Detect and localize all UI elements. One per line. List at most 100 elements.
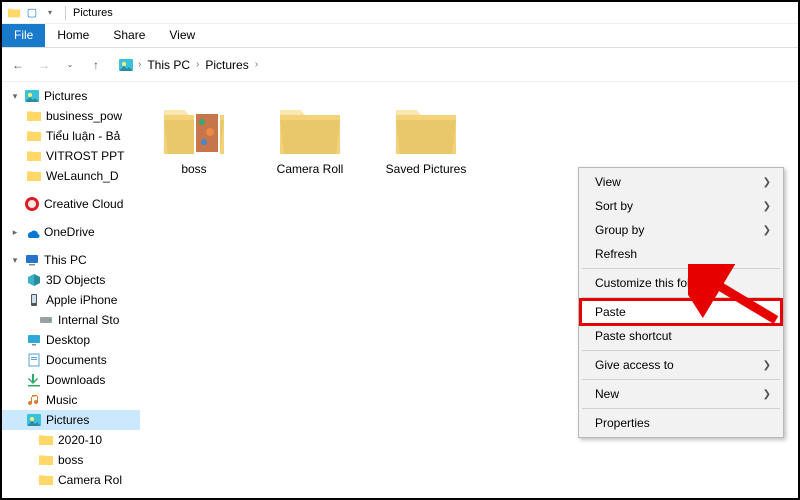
folder-item[interactable]: Saved Pictures xyxy=(382,102,470,176)
forward-button[interactable]: → xyxy=(34,55,54,75)
3d-icon xyxy=(26,272,42,288)
tree-item[interactable]: 2020-10 xyxy=(2,430,140,450)
tree-item[interactable]: Music xyxy=(2,390,140,410)
tree-label: Internal Sto xyxy=(58,313,119,327)
up-button[interactable]: ↑ xyxy=(86,55,106,75)
menu-separator xyxy=(582,297,780,298)
folder-icon xyxy=(26,148,42,164)
navigation-tree[interactable]: ▾Picturesbusiness_powTiểu luận - BảVITRO… xyxy=(2,82,140,498)
menu-label: Give access to xyxy=(595,358,674,372)
folder-icon xyxy=(38,432,54,448)
crumb-pictures[interactable]: Pictures xyxy=(203,56,250,74)
context-menu-item[interactable]: Paste xyxy=(581,300,781,324)
tree-label: Downloads xyxy=(46,373,105,387)
tree-label: 2020-10 xyxy=(58,433,102,447)
thispc-icon xyxy=(24,252,40,268)
chevron-right-icon[interactable]: › xyxy=(194,59,201,70)
menu-label: View xyxy=(595,175,621,189)
menu-separator xyxy=(582,408,780,409)
item-label: Camera Roll xyxy=(277,162,344,176)
tree-item[interactable]: Pictures xyxy=(2,410,140,430)
tree-label: This PC xyxy=(44,253,87,267)
tab-home[interactable]: Home xyxy=(45,24,101,47)
menu-separator xyxy=(582,350,780,351)
folder-icon xyxy=(26,108,42,124)
tree-label: Camera Rol xyxy=(58,473,122,487)
tree-label: OneDrive xyxy=(44,225,95,239)
expander-icon[interactable]: ▾ xyxy=(10,255,20,266)
chevron-right-icon: ❯ xyxy=(763,177,771,188)
tree-item[interactable]: boss xyxy=(2,450,140,470)
tree-item[interactable]: Apple iPhone xyxy=(2,290,140,310)
menu-label: Group by xyxy=(595,223,644,237)
chevron-right-icon[interactable]: › xyxy=(253,59,260,70)
context-menu[interactable]: View ❯ Sort by❯Group by❯Refresh Customize t… xyxy=(578,167,784,438)
menu-label: Paste xyxy=(595,305,626,319)
context-menu-item[interactable]: Paste shortcut xyxy=(581,324,781,348)
tree-item[interactable]: business_pow xyxy=(2,106,140,126)
pictures-icon xyxy=(118,57,134,73)
pictures-icon xyxy=(26,412,42,428)
context-menu-item[interactable]: Give access to❯ xyxy=(581,353,781,377)
properties-qat-icon[interactable]: ▢ xyxy=(24,5,40,21)
context-menu-item[interactable]: Group by❯ xyxy=(581,218,781,242)
tree-item[interactable]: Tiểu luận - Bả xyxy=(2,126,140,146)
menu-label: Properties xyxy=(595,416,650,430)
tree-label: Apple iPhone xyxy=(46,293,117,307)
expander-icon[interactable]: ▸ xyxy=(10,227,20,238)
context-menu-item[interactable]: Sort by❯ xyxy=(581,194,781,218)
tree-label: boss xyxy=(58,453,83,467)
menu-label: Customize this folder... xyxy=(595,276,716,290)
tree-item[interactable]: VITROST PPT xyxy=(2,146,140,166)
tree-item[interactable]: ▾ This PC xyxy=(2,250,140,270)
ribbon-tabs: File Home Share View xyxy=(2,24,798,48)
breadcrumb[interactable]: › This PC › Pictures › xyxy=(112,56,792,74)
folder-icon xyxy=(38,452,54,468)
tree-item[interactable]: ▸ OneDrive xyxy=(2,222,140,242)
tree-label: VITROST PPT xyxy=(46,149,124,163)
context-menu-item[interactable]: Properties xyxy=(581,411,781,435)
tree-item[interactable]: 3D Objects xyxy=(2,270,140,290)
tree-label: WeLaunch_D xyxy=(46,169,119,183)
qat-dropdown-icon[interactable]: ▾ xyxy=(42,5,58,21)
folder-icon xyxy=(276,102,344,158)
folder-icon[interactable] xyxy=(6,5,22,21)
tree-item[interactable]: Desktop xyxy=(2,330,140,350)
menu-label: Paste shortcut xyxy=(595,329,672,343)
folder-item[interactable]: Camera Roll xyxy=(266,102,354,176)
menu-separator xyxy=(582,268,780,269)
tab-file[interactable]: File xyxy=(2,24,45,47)
tab-share[interactable]: Share xyxy=(101,24,157,47)
tree-item[interactable]: ▾Pictures xyxy=(2,86,140,106)
tree-item[interactable]: WeLaunch_D xyxy=(2,166,140,186)
context-menu-item[interactable]: Customize this folder... xyxy=(581,271,781,295)
folder-item[interactable]: boss xyxy=(150,102,238,176)
documents-icon xyxy=(26,352,42,368)
folder-icon xyxy=(26,168,42,184)
tree-item[interactable]: Documents xyxy=(2,350,140,370)
tab-view[interactable]: View xyxy=(157,24,207,47)
crumb-this-pc[interactable]: This PC xyxy=(145,56,192,74)
address-bar: ← → ⌄ ↑ › This PC › Pictures › xyxy=(2,48,798,82)
context-menu-item[interactable]: Refresh xyxy=(581,242,781,266)
menu-separator xyxy=(582,379,780,380)
expander-icon[interactable]: ▾ xyxy=(10,91,20,102)
pictures-icon xyxy=(24,88,40,104)
back-button[interactable]: ← xyxy=(8,55,28,75)
context-menu-item[interactable]: New❯ xyxy=(581,382,781,406)
menu-label: New xyxy=(595,387,619,401)
window-title: Pictures xyxy=(73,7,113,19)
folder-icon xyxy=(38,472,54,488)
context-menu-item[interactable]: View ❯ xyxy=(581,170,781,194)
phone-icon xyxy=(26,292,42,308)
tree-item[interactable]: Creative Cloud xyxy=(2,194,140,214)
folder-icon xyxy=(392,102,460,158)
drive-icon xyxy=(38,312,54,328)
tree-item[interactable]: Camera Rol xyxy=(2,470,140,490)
chevron-right-icon[interactable]: › xyxy=(136,59,143,70)
tree-item[interactable]: Downloads xyxy=(2,370,140,390)
cc-icon xyxy=(24,196,40,212)
recent-dropdown-icon[interactable]: ⌄ xyxy=(60,55,80,75)
tree-label: Music xyxy=(46,393,77,407)
tree-item[interactable]: Internal Sto xyxy=(2,310,140,330)
